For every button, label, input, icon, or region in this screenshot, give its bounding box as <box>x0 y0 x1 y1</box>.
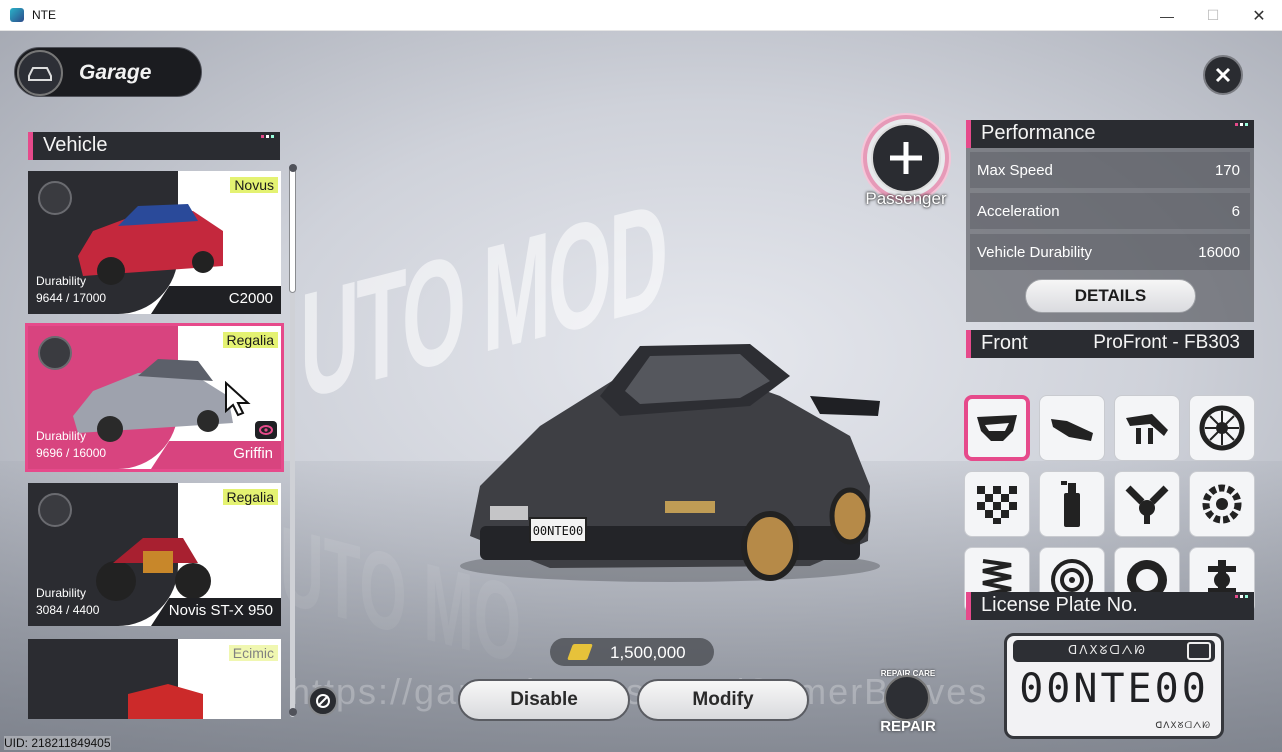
license-plate-number: 00NTE00 <box>1019 666 1209 712</box>
stat-label: Acceleration <box>977 203 1060 220</box>
stat-label: Vehicle Durability <box>977 244 1093 261</box>
vehicle-name: C2000 <box>228 290 273 307</box>
plate-region-script: ᗡᐱꓫᘜᗡᐱᘗ <box>1068 643 1147 657</box>
vehicle-card-scooter[interactable]: Ecimic <box>28 639 281 719</box>
durability-value: 9644 / 17000 <box>36 291 107 305</box>
part-slot-paint[interactable] <box>1039 471 1105 537</box>
transmission-gear-icon <box>1202 484 1242 524</box>
vehicle-card-novis-st-x-950[interactable]: Regalia Durability 3084 / 4400 Novis ST-… <box>28 483 281 626</box>
license-plate-editor[interactable]: ᗡᐱꓫᘜᗡᐱᘗ 00NTE00 ᗡᐱꓫᘜᗡᐱᘗ <box>1004 633 1224 739</box>
scroll-down-icon[interactable] <box>289 708 297 716</box>
part-slot-side-skirt[interactable] <box>1039 395 1105 461</box>
window-titlebar: NTE — ☐ ✕ <box>0 0 1282 31</box>
stat-value: 170 <box>1214 162 1240 179</box>
side-skirt-icon <box>1051 419 1093 441</box>
vehicle-card-c2000[interactable]: Novus Durability 9644 / 17000 C2000 <box>28 171 281 314</box>
license-plate-title: License Plate No. <box>981 594 1138 616</box>
maximize-button[interactable]: ☐ <box>1190 0 1236 31</box>
stat-row-max-speed: Max Speed 170 <box>970 152 1250 188</box>
brand-tag: Ecimic <box>228 645 278 661</box>
currency-amount: 1,500,000 <box>610 643 686 662</box>
spoiler-icon <box>1126 414 1168 444</box>
repair-icon <box>884 675 930 721</box>
vehicle-name: Griffin <box>233 445 273 462</box>
close-garage-button[interactable] <box>1203 55 1243 95</box>
vehicle-panel-title: Vehicle <box>43 134 108 156</box>
brand-tag: Novus <box>230 177 278 193</box>
vehicle-name: Novis ST-X 950 <box>168 602 273 619</box>
scooter-thumbnail <box>128 684 203 719</box>
stat-label: Max Speed <box>977 162 1053 179</box>
repair-label: REPAIR <box>880 718 936 735</box>
front-parts-title: Front <box>981 332 1028 354</box>
vehicle-panel-header: Vehicle <box>28 132 280 160</box>
part-slot-transmission[interactable] <box>1189 471 1255 537</box>
passenger-label: Passenger <box>865 189 947 208</box>
car-plate-text: 00NTE00 <box>533 524 584 538</box>
part-slot-front-bumper[interactable] <box>964 395 1030 461</box>
close-icon <box>1215 67 1231 83</box>
brand-emblem-icon <box>38 493 72 527</box>
car-thumbnail-griffin <box>73 359 233 442</box>
brand-emblem-icon <box>38 336 72 370</box>
garage-header: Garage <box>14 47 202 97</box>
scroll-up-icon[interactable] <box>289 164 297 172</box>
repair-button[interactable]: REPAIR CARE REPAIR <box>872 667 944 745</box>
license-plate-header: License Plate No. <box>966 592 1254 620</box>
motorcycle-thumbnail <box>96 538 211 601</box>
plate-footer-script: ᗡᐱꓫᘜᗡᐱᘗ <box>1155 721 1211 731</box>
brand-emblem-icon <box>38 181 72 215</box>
brand-tag: Regalia <box>222 489 278 505</box>
brand-tag: Regalia <box>222 332 278 348</box>
window-title: NTE <box>32 8 56 22</box>
part-slot-engine[interactable] <box>1114 471 1180 537</box>
garage-logo-icon <box>17 50 63 96</box>
minimize-button[interactable]: — <box>1144 0 1190 31</box>
performance-header: Performance <box>966 120 1254 148</box>
livery-icon <box>977 486 1017 524</box>
app-icon <box>10 8 24 22</box>
performance-title: Performance <box>981 122 1096 144</box>
details-button[interactable]: DETAILS <box>1025 279 1196 313</box>
durability-value: 9696 / 16000 <box>36 446 107 460</box>
scrollbar-thumb[interactable] <box>289 167 296 293</box>
car-render: 00NTE00 <box>460 344 880 582</box>
edit-plate-icon[interactable] <box>1187 642 1211 660</box>
window-close-button[interactable]: ✕ <box>1236 0 1282 31</box>
cursor-icon <box>225 381 251 417</box>
currency-icon <box>567 644 593 660</box>
user-id: UID: 218211849405 <box>4 736 111 750</box>
preview-eye-icon[interactable] <box>255 421 277 439</box>
vehicle-card-griffin[interactable]: Regalia Durability 9696 / 16000 Griffin <box>25 323 284 472</box>
game-viewport: UTO MOD UTO MO 00NTE00 https://gamerbrav… <box>0 31 1282 752</box>
hide-ui-icon <box>316 694 330 708</box>
front-parts-header: Front ProFront - FB303 <box>966 330 1254 358</box>
disable-button[interactable]: Disable <box>458 679 630 721</box>
spray-paint-icon <box>1061 481 1080 527</box>
engine-piston-icon <box>1125 485 1169 524</box>
plus-icon <box>890 142 922 174</box>
header-dots-icon <box>261 135 274 138</box>
durability-label: Durability <box>36 429 87 443</box>
part-slot-livery[interactable] <box>964 471 1030 537</box>
modify-button[interactable]: Modify <box>637 679 809 721</box>
header-dots-icon <box>1235 123 1248 126</box>
stat-row-acceleration: Acceleration 6 <box>970 193 1250 229</box>
wheel-rim-icon <box>1199 405 1245 451</box>
part-slot-spoiler[interactable] <box>1114 395 1180 461</box>
front-bumper-icon <box>977 415 1017 441</box>
header-dots-icon <box>1235 595 1248 598</box>
current-front-part: ProFront - FB303 <box>1093 332 1240 353</box>
stat-value: 6 <box>1231 203 1240 220</box>
stat-row-vehicle-durability: Vehicle Durability 16000 <box>970 234 1250 270</box>
hide-ui-button[interactable] <box>308 686 338 716</box>
page-title: Garage <box>79 61 152 84</box>
durability-label: Durability <box>36 274 87 288</box>
durability-label: Durability <box>36 586 87 600</box>
durability-value: 3084 / 4400 <box>36 603 100 617</box>
car-thumbnail-c2000 <box>78 204 223 285</box>
stat-value: 16000 <box>1198 244 1240 261</box>
part-slot-wheel-rim[interactable] <box>1189 395 1255 461</box>
currency-display: 1,500,000 <box>550 638 714 666</box>
